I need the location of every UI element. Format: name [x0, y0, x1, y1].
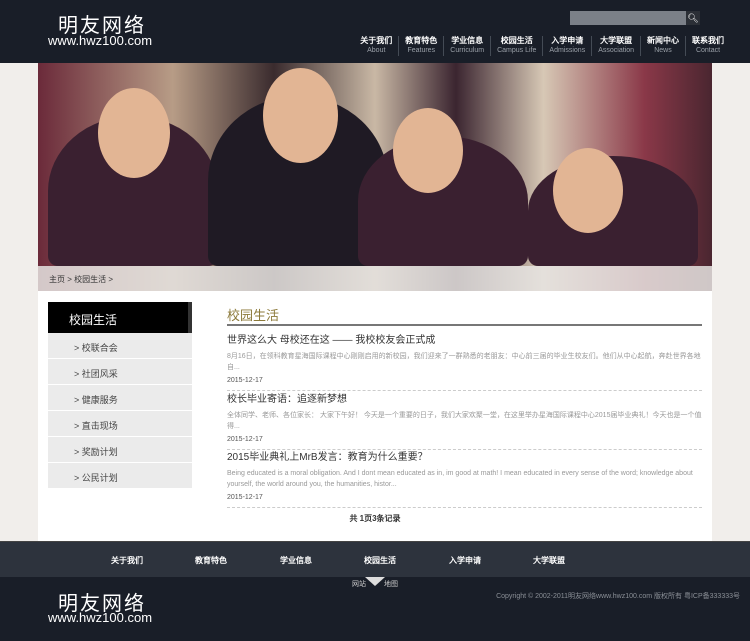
- article-summary: 8月16日，在领科教育星海国际课程中心刚刚启用的新校园，我们迎来了一群熟悉的老朋…: [227, 353, 701, 371]
- copyright: Copyright © 2002-2011明友网络www.hwz100.com …: [496, 593, 740, 600]
- nav-features[interactable]: 教育特色 Features: [398, 36, 443, 56]
- nav-sublabel: About: [367, 47, 386, 54]
- nav-about[interactable]: 关于我们 About: [354, 36, 398, 56]
- footer-nav-item[interactable]: 学业信息: [280, 555, 312, 566]
- sidebar-item[interactable]: > 校联合会: [48, 333, 192, 359]
- nav-admissions[interactable]: 入学申请 Admissions: [542, 36, 591, 56]
- nav-label: 关于我们: [360, 36, 393, 45]
- sitemap-label-left[interactable]: 网站: [352, 579, 366, 589]
- nav-label: 新闻中心: [647, 36, 679, 45]
- sitemap-label-right[interactable]: 地图: [384, 579, 398, 589]
- nav-sublabel: News: [654, 47, 672, 54]
- nav-label: 联系我们: [692, 36, 724, 45]
- nav-label: 入学申请: [551, 36, 584, 45]
- nav-sublabel: Curriculum: [450, 47, 485, 54]
- nav-sublabel: Association: [598, 47, 634, 54]
- sidebar-item[interactable]: > 直击现场: [48, 411, 192, 437]
- nav-sublabel: Features: [407, 47, 436, 54]
- article-title[interactable]: 2015毕业典礼上MrB发言：教育为什么重要？: [227, 448, 702, 463]
- sitemap-toggle-icon[interactable]: [365, 577, 385, 586]
- nav-label: 学业信息: [451, 36, 484, 45]
- footer-nav-item[interactable]: 大学联盟: [533, 555, 565, 566]
- sidebar-item[interactable]: > 健康服务: [48, 385, 192, 411]
- nav-label: 大学联盟: [600, 36, 633, 45]
- article-date: 2015-12-17: [227, 494, 263, 501]
- nav-label: 教育特色: [405, 36, 438, 45]
- search-icon[interactable]: 🔍︎: [686, 11, 700, 25]
- title-divider: [227, 324, 702, 326]
- logo-url[interactable]: www.hwz100.com: [48, 33, 152, 48]
- footer-nav-item[interactable]: 关于我们: [111, 555, 143, 566]
- article-summary: 全体同学、老师、各位家长： 大家下午好！ 今天是一个重要的日子，我们大家欢聚一堂…: [227, 412, 702, 430]
- nav-label: 校园生活: [500, 36, 533, 45]
- nav-campus-life[interactable]: 校园生活 Campus Life: [490, 36, 542, 56]
- banner-photo: [38, 63, 712, 291]
- nav-contact[interactable]: 联系我们 Contact: [685, 36, 730, 56]
- breadcrumb: 主页 > 校园生活 >: [38, 266, 712, 291]
- nav-sublabel: Campus Life: [497, 47, 537, 54]
- article-date: 2015-12-17: [227, 436, 263, 443]
- footer-nav-item[interactable]: 校园生活: [364, 555, 396, 566]
- nav-sublabel: Contact: [695, 47, 721, 54]
- nav-news[interactable]: 新闻中心 News: [640, 36, 685, 56]
- sidebar-item[interactable]: > 奖励计划: [48, 437, 192, 463]
- footer: 明友网络 www.hwz100.com: [0, 577, 750, 641]
- pagination-info: 共 1页3条记录: [349, 514, 401, 523]
- sidebar-item[interactable]: > 公民计划: [48, 463, 192, 489]
- article-item: 世界这么大 母校还在这 —— 我校校友会正式成 8月16日，在领科教育星海国际课…: [227, 331, 702, 391]
- article-summary: Being educated is a moral obligation. An…: [227, 470, 693, 488]
- sidebar-item[interactable]: > 社团风采: [48, 359, 192, 385]
- header: 明友网络 www.hwz100.com 🔍︎ 关于我们 About 教育特色 Fea…: [0, 0, 750, 63]
- nav-curriculum[interactable]: 学业信息 Curriculum: [443, 36, 490, 56]
- sidebar-title: 校园生活: [48, 302, 192, 333]
- footer-nav-item[interactable]: 入学申请: [449, 555, 481, 566]
- search-input[interactable]: [570, 11, 686, 25]
- article-item: 2015毕业典礼上MrB发言：教育为什么重要？ Being educated i…: [227, 448, 702, 508]
- nav-sublabel: Admissions: [549, 47, 586, 54]
- footer-nav: 关于我们 教育特色 学业信息 校园生活 入学申请 大学联盟: [0, 541, 750, 577]
- nav-association[interactable]: 大学联盟 Association: [591, 36, 640, 56]
- footer-nav-item[interactable]: 教育特色: [195, 555, 227, 566]
- article-date: 2015-12-17: [227, 377, 263, 384]
- page-title: 校园生活: [227, 308, 280, 323]
- main-nav: 关于我们 About 教育特色 Features 学业信息 Curriculum 校园…: [354, 36, 730, 56]
- article-title[interactable]: 世界这么大 母校还在这 —— 我校校友会正式成: [227, 331, 702, 346]
- article-title[interactable]: 校长毕业寄语：追逐新梦想: [227, 390, 702, 405]
- article-item: 校长毕业寄语：追逐新梦想 全体同学、老师、各位家长： 大家下午好！ 今天是一个重…: [227, 390, 702, 450]
- footer-logo-url: www.hwz100.com: [48, 610, 153, 625]
